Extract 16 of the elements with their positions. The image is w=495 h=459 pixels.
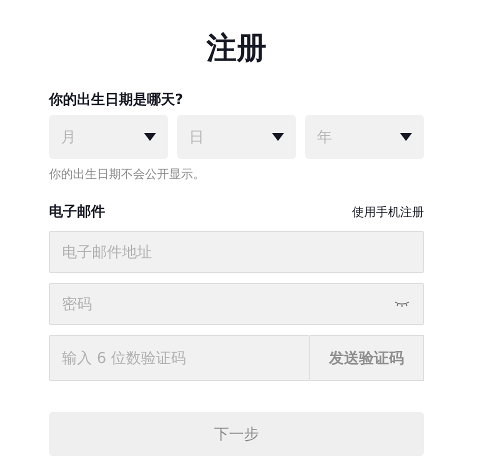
hidden-eye-icon[interactable] <box>394 301 410 307</box>
caret-icon <box>144 133 156 141</box>
email-field[interactable]: 电子邮件地址 <box>49 231 424 273</box>
page-title: 注册 <box>206 30 268 68</box>
phone-signup-link[interactable]: 使用手机注册 <box>352 204 424 220</box>
date-select[interactable]: 月 <box>49 115 168 159</box>
birthday-label: 你的出生日期是哪天? <box>49 91 184 109</box>
date-select[interactable]: 年 <box>305 115 424 159</box>
code-field[interactable]: 输入 6 位数验证码 <box>49 335 310 381</box>
caret-icon <box>400 133 412 141</box>
send-code-button[interactable]: 发送验证码 <box>310 335 424 381</box>
birthday-hint: 你的出生日期不会公开显示。 <box>49 166 206 183</box>
caret-icon <box>272 133 284 141</box>
date-select[interactable]: 日 <box>177 115 296 159</box>
email-label: 电子邮件 <box>49 203 105 221</box>
password-field[interactable]: 密码 <box>49 283 424 325</box>
